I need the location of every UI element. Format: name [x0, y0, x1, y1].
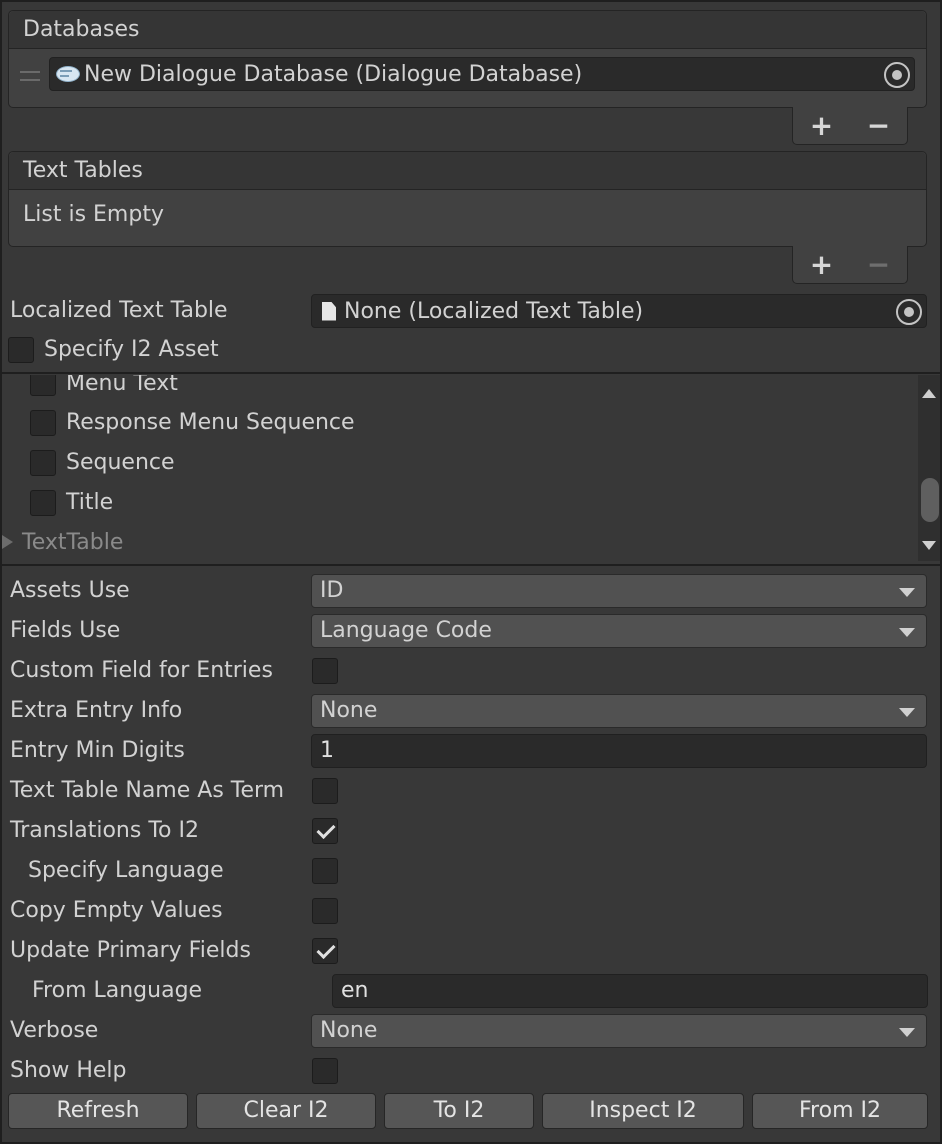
text-table-foldout[interactable]: TextTable: [22, 526, 123, 560]
field-label-title: Title: [66, 490, 114, 515]
field-checkbox-response-menu-sequence[interactable]: [30, 410, 56, 436]
extra-entry-info-value: None: [320, 698, 378, 723]
scroll-up-icon[interactable]: [922, 389, 936, 398]
dialogue-database-icon: [56, 66, 80, 82]
dropdown-arrow-icon: [899, 708, 915, 717]
field-label-menu-text: Menu Text: [66, 375, 178, 396]
field-checkbox-title[interactable]: [30, 490, 56, 516]
fields-use-value: Language Code: [320, 618, 492, 643]
divider: [0, 564, 942, 566]
databases-list: Databases New Dialogue Database (Dialogu…: [8, 10, 927, 108]
from-language-label: From Language: [32, 978, 203, 1003]
specify-i2-asset-checkbox[interactable]: [8, 337, 34, 363]
localized-text-table-value: None (Localized Text Table): [344, 298, 644, 324]
list-empty-label: List is Empty: [23, 202, 164, 227]
database-object-field[interactable]: New Dialogue Database (Dialogue Database…: [49, 57, 915, 91]
from-i2-button[interactable]: From I2: [752, 1093, 928, 1129]
specify-language-label: Specify Language: [28, 858, 224, 883]
from-language-field[interactable]: en: [332, 974, 928, 1008]
field-checkbox-sequence[interactable]: [30, 450, 56, 476]
databases-footer: + −: [792, 107, 908, 145]
database-object-label: New Dialogue Database (Dialogue Database…: [84, 61, 583, 87]
drag-handle-icon[interactable]: [20, 71, 40, 81]
show-help-label: Show Help: [10, 1058, 127, 1083]
entry-min-digits-field[interactable]: 1: [311, 734, 927, 768]
verbose-value: None: [320, 1018, 378, 1043]
object-picker-icon[interactable]: [896, 299, 922, 325]
text-table-name-as-term-label: Text Table Name As Term: [10, 778, 285, 803]
entry-min-digits-label: Entry Min Digits: [10, 738, 185, 763]
text-table-name-as-term-checkbox[interactable]: [312, 778, 338, 804]
specify-language-checkbox[interactable]: [312, 858, 338, 884]
extra-entry-info-label: Extra Entry Info: [10, 698, 183, 723]
localized-text-table-field[interactable]: None (Localized Text Table): [311, 294, 927, 328]
translations-to-i2-label: Translations To I2: [10, 818, 199, 843]
update-primary-fields-label: Update Primary Fields: [10, 938, 251, 963]
text-tables-footer: + −: [792, 246, 908, 284]
to-i2-button[interactable]: To I2: [384, 1093, 534, 1129]
foldout-arrow-icon[interactable]: [2, 535, 13, 549]
text-tables-list: Text Tables List is Empty: [8, 151, 927, 247]
divider: [0, 372, 942, 374]
specify-i2-asset-label: Specify I2 Asset: [44, 337, 219, 362]
document-icon: [322, 301, 336, 321]
clear-i2-button[interactable]: Clear I2: [196, 1093, 376, 1129]
field-checkbox-menu-text[interactable]: [30, 375, 56, 396]
assets-use-value: ID: [320, 578, 344, 603]
custom-field-for-entries-checkbox[interactable]: [312, 658, 338, 684]
show-help-checkbox[interactable]: [312, 1058, 338, 1084]
dropdown-arrow-icon: [899, 588, 915, 597]
field-label-sequence: Sequence: [66, 450, 175, 475]
fields-use-dropdown[interactable]: Language Code: [311, 614, 927, 648]
scrollbar-thumb[interactable]: [921, 478, 939, 522]
object-picker-icon[interactable]: [884, 62, 910, 88]
verbose-dropdown[interactable]: None: [311, 1014, 927, 1048]
databases-header: Databases: [9, 11, 926, 49]
copy-empty-values-checkbox[interactable]: [312, 898, 338, 924]
dropdown-arrow-icon: [899, 628, 915, 637]
text-tables-header: Text Tables: [9, 152, 926, 190]
remove-database-button[interactable]: −: [867, 109, 890, 142]
scroll-down-icon[interactable]: [922, 541, 936, 550]
dropdown-arrow-icon: [899, 1028, 915, 1037]
translations-to-i2-checkbox[interactable]: [312, 818, 338, 844]
custom-field-for-entries-label: Custom Field for Entries: [10, 658, 273, 683]
add-database-button[interactable]: +: [810, 109, 833, 142]
extra-entry-info-dropdown[interactable]: None: [311, 694, 927, 728]
field-list-scrollview[interactable]: Menu Text Response Menu Sequence Sequenc…: [0, 375, 942, 561]
refresh-button[interactable]: Refresh: [8, 1093, 188, 1129]
vertical-scrollbar[interactable]: [918, 375, 940, 561]
remove-text-table-button: −: [866, 248, 891, 281]
field-label-response-menu-sequence: Response Menu Sequence: [66, 410, 355, 435]
localized-text-table-label: Localized Text Table: [10, 298, 228, 323]
update-primary-fields-checkbox[interactable]: [312, 938, 338, 964]
copy-empty-values-label: Copy Empty Values: [10, 898, 223, 923]
assets-use-label: Assets Use: [10, 578, 130, 603]
fields-use-label: Fields Use: [10, 618, 121, 643]
assets-use-dropdown[interactable]: ID: [311, 574, 927, 608]
inspect-i2-button[interactable]: Inspect I2: [542, 1093, 744, 1129]
add-text-table-button[interactable]: +: [810, 248, 833, 281]
verbose-label: Verbose: [10, 1018, 99, 1043]
